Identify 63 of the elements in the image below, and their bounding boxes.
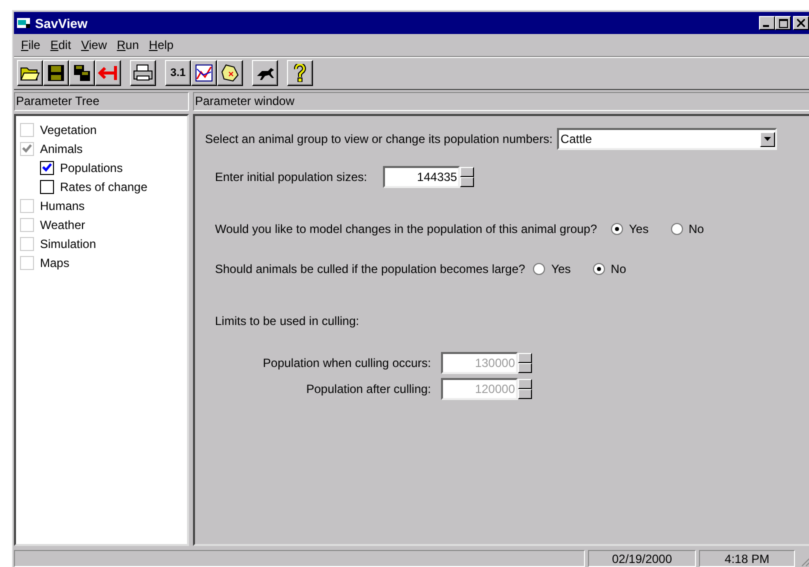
field-label: Enter initial population sizes: xyxy=(215,170,368,184)
menu-item[interactable]: Help xyxy=(144,38,179,52)
animal-group-dropdown[interactable]: Cattle xyxy=(556,128,777,150)
menu-item[interactable]: File xyxy=(16,38,46,52)
status-panel: 02/19/2000 xyxy=(588,550,696,567)
close-button[interactable] xyxy=(793,16,809,30)
toolbar-button[interactable] xyxy=(17,60,43,86)
number-field[interactable]: 144335 xyxy=(383,166,460,188)
menu-item[interactable]: Run xyxy=(112,38,144,52)
radio-option[interactable]: Yes xyxy=(611,222,649,236)
tree-item[interactable]: Weather xyxy=(20,215,86,234)
spin-up-button[interactable] xyxy=(460,167,474,177)
tree-item[interactable]: Humans xyxy=(20,196,85,215)
toolbar-button[interactable] xyxy=(217,60,243,86)
tree-item[interactable]: Vegetation xyxy=(20,120,97,139)
field-label: Population after culling: xyxy=(305,382,431,396)
minimize-button[interactable] xyxy=(759,16,775,30)
tree-item[interactable]: Maps xyxy=(20,253,70,272)
maximize-icon xyxy=(778,18,788,28)
radio-option[interactable]: No xyxy=(670,222,704,236)
spin-down-button[interactable] xyxy=(518,363,532,373)
toolbar-button[interactable] xyxy=(69,60,95,86)
section-label: Limits to be used in culling: xyxy=(214,314,360,328)
tool-label: 3.1 xyxy=(170,68,186,78)
field-label: Population when culling occurs: xyxy=(262,356,431,370)
toolbar-button[interactable] xyxy=(252,60,278,86)
maximize-button[interactable] xyxy=(775,16,791,30)
tree-item[interactable]: Simulation xyxy=(20,234,96,253)
radio-option[interactable]: No xyxy=(592,262,626,276)
field-label: Select an animal group to view or change its population numbers: xyxy=(205,132,553,146)
window-icon xyxy=(17,17,31,29)
menu-item[interactable]: View xyxy=(76,38,112,52)
checkbox[interactable] xyxy=(40,160,54,174)
window-title: SavView xyxy=(35,16,89,30)
menu-item[interactable]: Edit xyxy=(45,38,76,52)
toolbar-button[interactable] xyxy=(191,60,217,86)
running-animal-icon xyxy=(255,66,275,80)
toolbar-button[interactable] xyxy=(43,60,69,86)
panel-header: Parameter Tree xyxy=(14,92,189,111)
toolbar-button[interactable] xyxy=(95,60,121,86)
close-icon xyxy=(797,19,805,27)
question-label: Should animals be culled if the population becomes large? xyxy=(215,262,526,276)
exit-arrow-icon xyxy=(98,65,118,81)
checkbox[interactable] xyxy=(40,180,54,194)
radio-option[interactable]: Yes xyxy=(533,262,571,276)
toolbar-button[interactable]: 3.1 xyxy=(165,60,191,86)
spin-down-button[interactable] xyxy=(460,177,474,187)
map-icon xyxy=(221,64,239,82)
printer-icon xyxy=(133,64,153,82)
status-panel: 4:18 PM xyxy=(699,550,795,567)
toolbar-button[interactable] xyxy=(287,60,313,86)
help-icon xyxy=(294,64,306,82)
floppy-disks-icon xyxy=(73,64,91,82)
spin-up-button[interactable] xyxy=(518,379,532,389)
toolbar-button[interactable] xyxy=(130,60,156,86)
panel-header: Parameter window xyxy=(193,92,809,111)
tree-item[interactable]: Animals xyxy=(20,139,83,158)
tree-item[interactable]: Populations xyxy=(40,158,123,177)
spin-up-button[interactable] xyxy=(518,353,532,363)
line-chart-icon xyxy=(195,64,213,82)
question-label: Would you like to model changes in the population of this animal group? xyxy=(215,222,598,236)
spin-down-button[interactable] xyxy=(518,389,532,399)
tree-item[interactable]: Rates of change xyxy=(40,177,148,196)
